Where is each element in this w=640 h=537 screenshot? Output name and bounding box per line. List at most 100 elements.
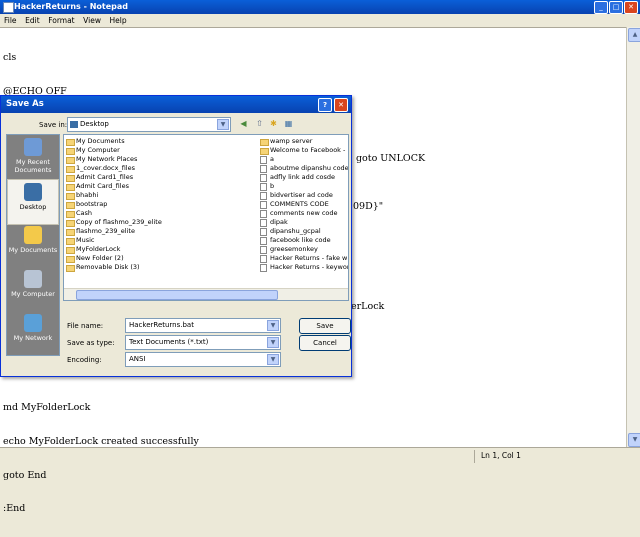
notepad-icon	[3, 2, 14, 13]
list-item[interactable]: Copy of flashmo_239_elite	[66, 218, 162, 227]
list-item-label: a	[270, 155, 274, 163]
list-item-label: flashmo_239_elite	[76, 227, 135, 235]
status-bar: Ln 1, Col 1	[0, 447, 640, 465]
dialog-title: Save As	[6, 99, 44, 109]
place-my-network[interactable]: My Network	[7, 311, 59, 355]
list-item[interactable]: My Documents	[66, 137, 162, 146]
folder-icon	[66, 175, 75, 182]
place-my-computer[interactable]: My Computer	[7, 267, 59, 311]
save-button[interactable]: Save	[299, 318, 351, 334]
text-file-icon	[260, 201, 267, 209]
menu-help[interactable]: Help	[110, 14, 127, 27]
close-icon[interactable]: ✕	[624, 1, 638, 14]
chevron-down-icon[interactable]: ▼	[267, 337, 279, 348]
list-item-label: b	[270, 182, 275, 190]
cursor-position: Ln 1, Col 1	[481, 451, 521, 460]
list-item[interactable]: Removable Disk (3)	[66, 263, 162, 272]
text-file-icon	[260, 237, 267, 245]
chevron-down-icon[interactable]: ▼	[267, 320, 279, 331]
list-item-label: 1_cover.docx_files	[76, 164, 135, 172]
save-in-label: Save in:	[39, 121, 68, 129]
scroll-down-icon[interactable]: ▼	[628, 433, 640, 447]
views-menu-icon[interactable]: ▦	[282, 118, 295, 130]
list-item[interactable]: Music	[66, 236, 162, 245]
list-item[interactable]: Hacker Returns - keywor	[260, 263, 349, 272]
encoding-dropdown[interactable]: ANSI ▼	[125, 352, 281, 367]
menu-edit[interactable]: Edit	[25, 14, 40, 27]
list-item-label: Admit Card_files	[76, 182, 129, 190]
list-item-label: adfly link add cosde	[270, 173, 336, 181]
notepad-title-bar[interactable]: HackerReturns - Notepad _ □ ✕	[0, 0, 640, 14]
menu-file[interactable]: File	[4, 14, 17, 27]
text-file-icon	[260, 210, 267, 218]
chevron-down-icon[interactable]: ▼	[217, 119, 229, 130]
save-as-type-value: Text Documents (*.txt)	[129, 338, 209, 346]
dialog-close-icon[interactable]: ✕	[334, 98, 348, 112]
list-item[interactable]: Admit Card1_files	[66, 173, 162, 182]
list-item[interactable]: wamp server	[260, 137, 348, 146]
list-item-label: dipanshu_gcpal	[270, 227, 321, 235]
list-item[interactable]: Admit Card_files	[66, 182, 162, 191]
list-item[interactable]: Cash	[66, 209, 162, 218]
list-item[interactable]: My Computer	[66, 146, 162, 155]
list-item-label: bhabhi	[76, 191, 99, 199]
place-my-documents[interactable]: My Documents	[7, 223, 59, 267]
new-folder-icon[interactable]: ✱	[267, 118, 280, 130]
scroll-thumb[interactable]	[76, 290, 278, 300]
place-label: My Computer	[11, 290, 55, 298]
list-item[interactable]: a	[260, 155, 348, 164]
list-item[interactable]: bootstrap	[66, 200, 162, 209]
list-item-label: My Network Places	[76, 155, 138, 163]
file-name-value: HackerReturns.bat	[129, 321, 194, 329]
help-icon[interactable]: ?	[318, 98, 332, 112]
scroll-up-icon[interactable]: ▲	[628, 28, 640, 42]
list-item[interactable]: dipak	[260, 218, 348, 227]
list-item[interactable]: My Network Places	[66, 155, 162, 164]
list-item[interactable]: b	[260, 182, 348, 191]
folder-icon	[66, 211, 75, 218]
place-label: My Documents	[8, 246, 58, 254]
list-item-label: Hacker Returns - keywor	[270, 263, 349, 271]
list-item[interactable]: Welcome to Facebook - I	[260, 146, 349, 155]
place-desktop[interactable]: Desktop	[7, 179, 59, 225]
chevron-down-icon[interactable]: ▼	[267, 354, 279, 365]
list-item-label: bootstrap	[76, 200, 108, 208]
list-item-label: My Documents	[76, 137, 125, 145]
menu-format[interactable]: Format	[48, 14, 74, 27]
list-item-label: Welcome to Facebook - I	[270, 146, 349, 154]
vertical-scrollbar[interactable]: ▲ ▼	[626, 27, 640, 447]
list-item[interactable]: 1_cover.docx_files	[66, 164, 162, 173]
list-item[interactable]: dipanshu_gcpal	[260, 227, 348, 236]
list-item[interactable]: greesemonkey	[260, 245, 348, 254]
list-item[interactable]: New Folder (2)	[66, 254, 162, 263]
list-item[interactable]: MyFolderLock	[66, 245, 162, 254]
minimize-icon[interactable]: _	[594, 1, 608, 14]
list-item-label: comments new code	[270, 209, 338, 217]
text-line: goto End	[3, 469, 47, 481]
up-folder-icon[interactable]: ⇧	[253, 118, 266, 130]
list-item[interactable]: Hacker Returns - fake w	[260, 254, 348, 263]
save-in-dropdown[interactable]: Desktop ▼	[67, 117, 231, 132]
list-item[interactable]: facebook like code	[260, 236, 348, 245]
list-item[interactable]: comments new code	[260, 209, 348, 218]
menu-view[interactable]: View	[83, 14, 101, 27]
place-label: My Recent Documents	[14, 158, 52, 174]
list-item[interactable]: flashmo_239_elite	[66, 227, 162, 236]
dialog-title-bar[interactable]: Save As ? ✕	[1, 96, 351, 113]
list-item[interactable]: bhabhi	[66, 191, 162, 200]
file-name-input[interactable]: HackerReturns.bat ▼	[125, 318, 281, 333]
list-item[interactable]: adfly link add cosde	[260, 173, 348, 182]
list-item[interactable]: COMMENTS CODE	[260, 200, 348, 209]
list-item[interactable]: aboutme dipanshu code	[260, 164, 348, 173]
place-recent-documents[interactable]: My Recent Documents	[7, 135, 59, 179]
menu-bar: File Edit Format View Help	[0, 14, 640, 27]
status-divider	[474, 450, 475, 463]
maximize-icon[interactable]: □	[609, 1, 623, 14]
cancel-button[interactable]: Cancel	[299, 335, 351, 351]
list-item[interactable]: bidvertiser ad code	[260, 191, 348, 200]
list-item-label: COMMENTS CODE	[270, 200, 329, 208]
save-as-type-dropdown[interactable]: Text Documents (*.txt) ▼	[125, 335, 281, 350]
horizontal-scrollbar[interactable]	[64, 288, 348, 300]
back-icon[interactable]: ◀	[237, 118, 250, 130]
file-list[interactable]: My Documents My Computer My Network Places…	[63, 134, 349, 301]
